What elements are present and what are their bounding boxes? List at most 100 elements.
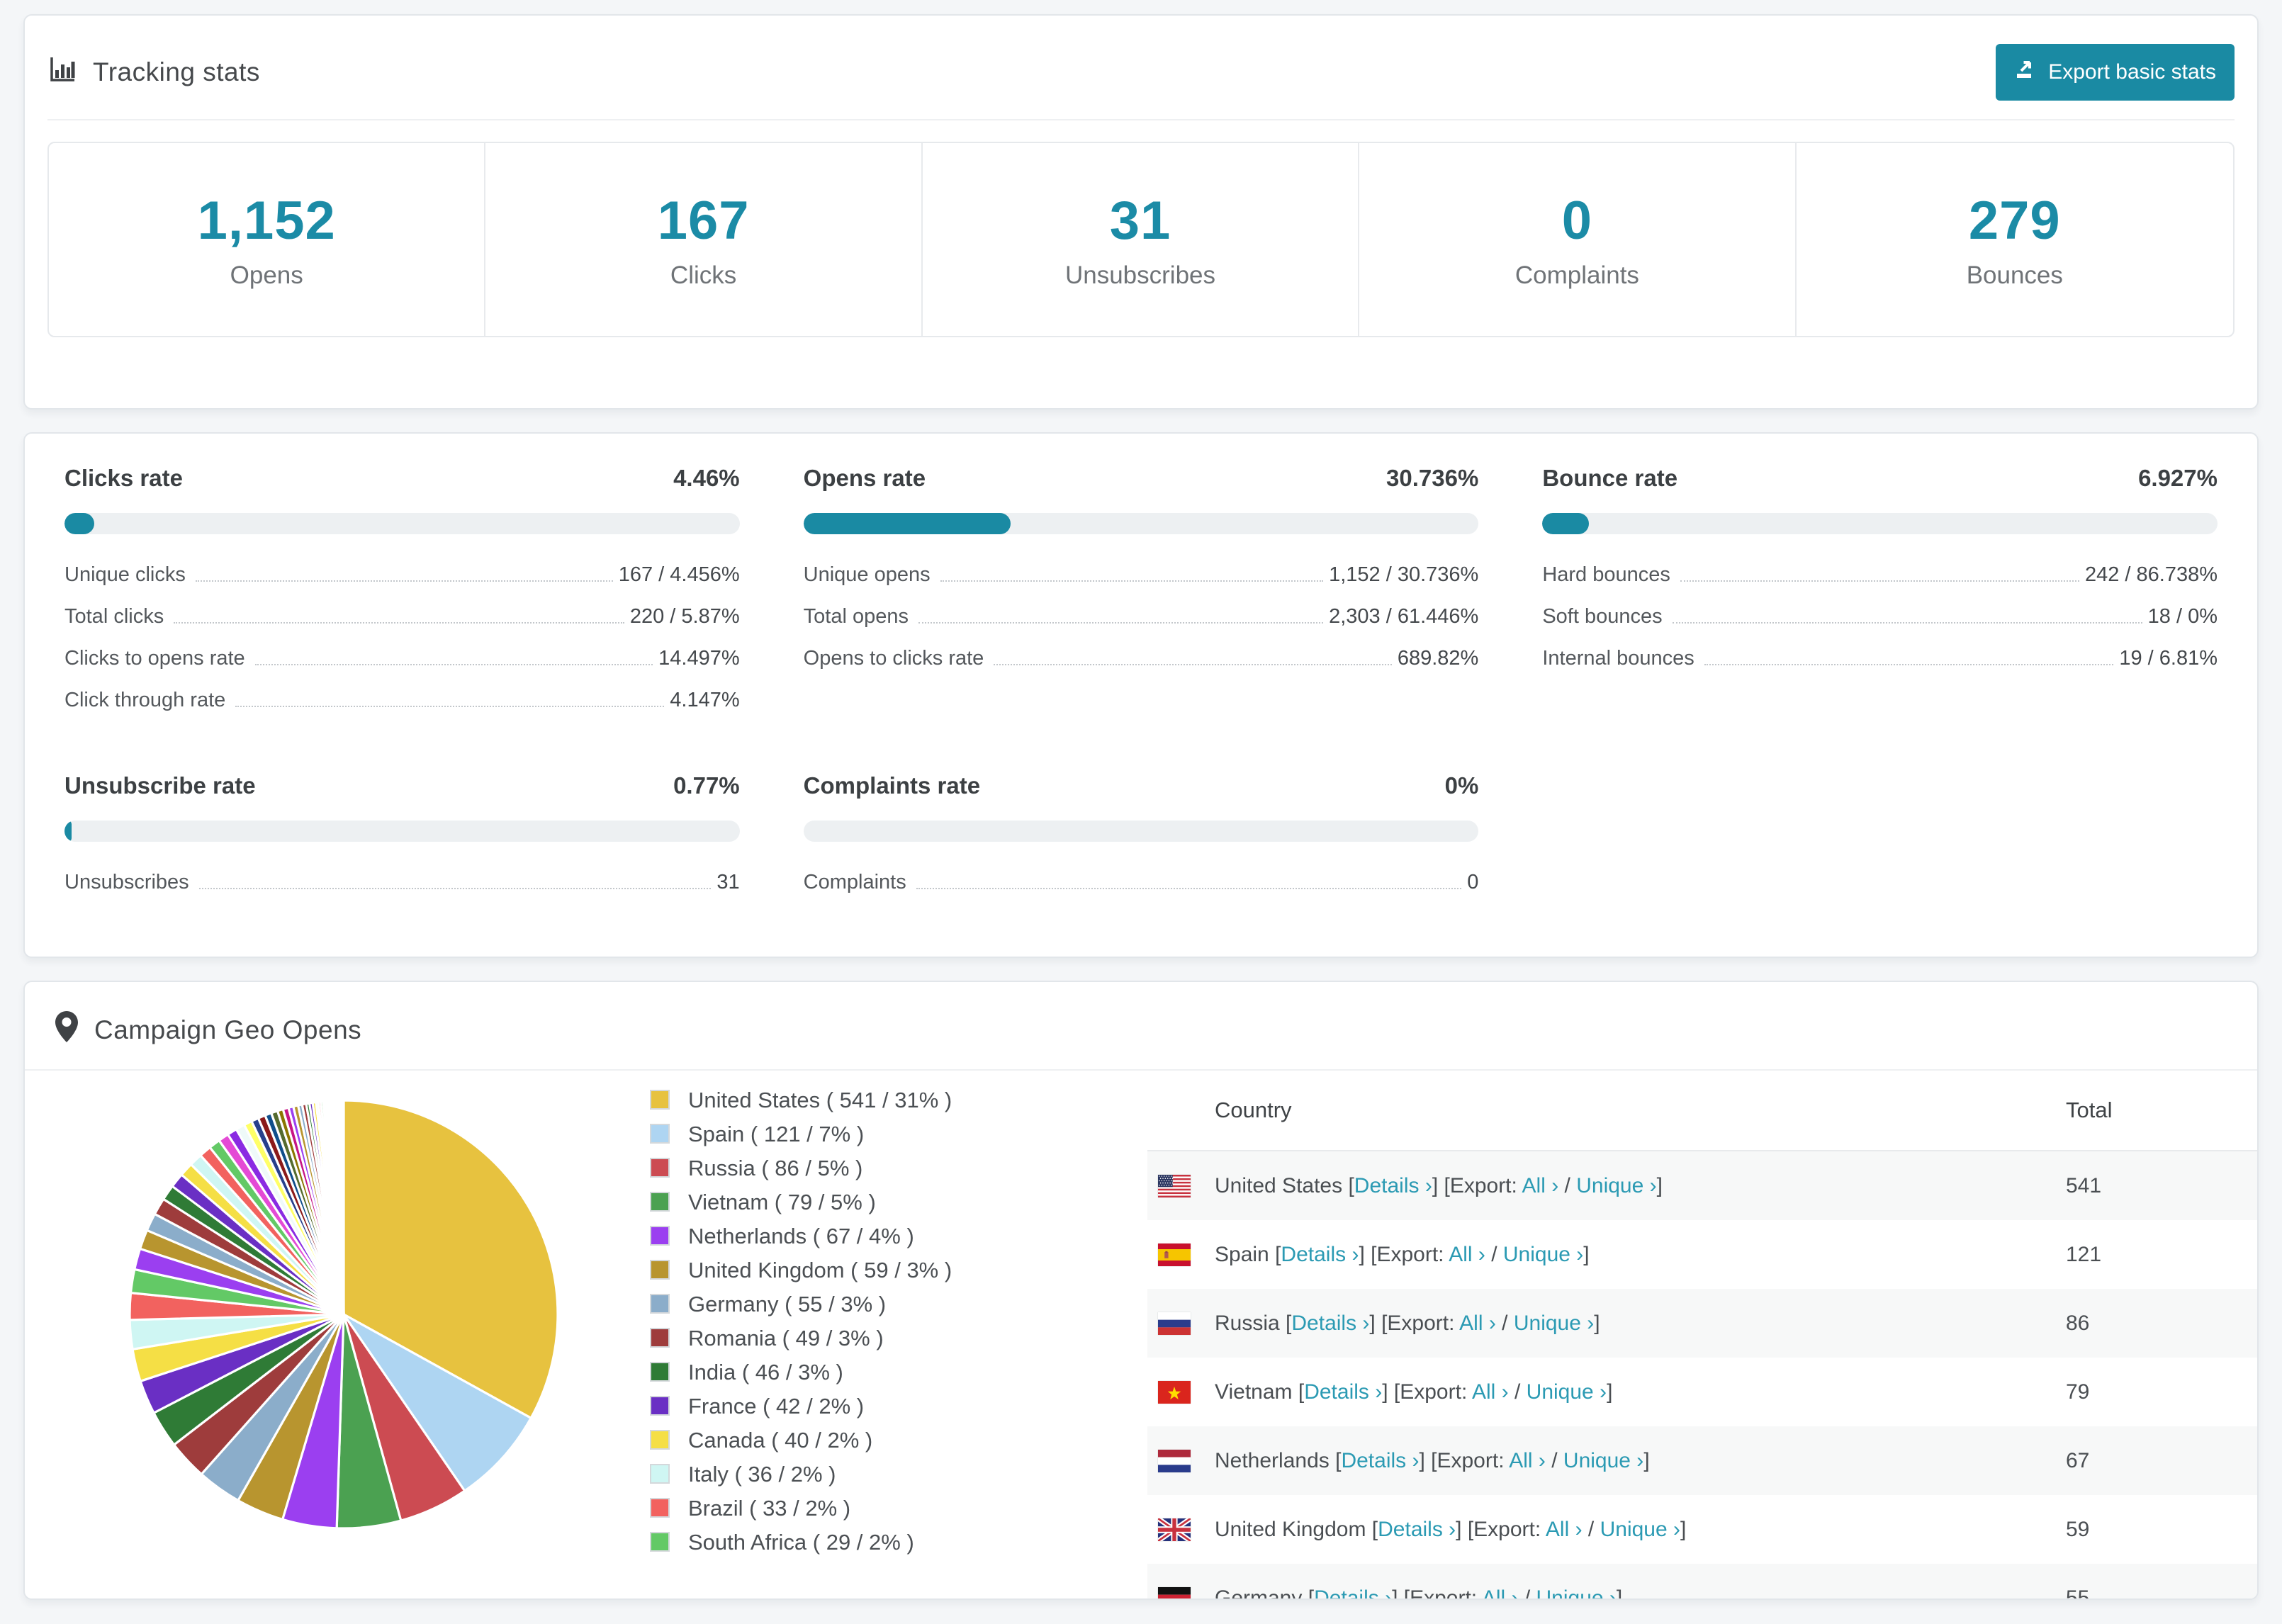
- export-unique-link[interactable]: Unique ›: [1527, 1380, 1607, 1404]
- legend-item: Canada ( 40 / 2% ): [650, 1428, 1018, 1453]
- rate-title: Complaints rate: [803, 772, 981, 799]
- legend-swatch: [650, 1532, 670, 1552]
- bracket: ]: [1594, 1311, 1600, 1335]
- rate-head: Unsubscribe rate 0.77%: [64, 772, 740, 799]
- legend-item: Spain ( 121 / 7% ): [650, 1122, 1018, 1147]
- rate-block: Opens rate 30.736% Unique opens 1,152 / 30.…: [803, 465, 1479, 721]
- export-unique-link[interactable]: Unique ›: [1514, 1312, 1594, 1335]
- detail-value: 4.147%: [670, 689, 740, 711]
- detail-value: 18 / 0%: [2147, 605, 2218, 628]
- slash-separator: /: [1558, 1173, 1577, 1197]
- detail-value: 14.497%: [658, 647, 740, 670]
- country-cell: Netherlands [Details ›] [Export: All › /…: [1215, 1449, 2066, 1473]
- stat-value: 167: [657, 190, 750, 251]
- bracket: ] [Export:: [1392, 1586, 1482, 1600]
- pie-legend: United States ( 541 / 31% ) Spain ( 121 /…: [650, 1088, 1018, 1564]
- campaign-geo-opens-card: Campaign Geo Opens United States ( 541 /…: [23, 981, 2259, 1600]
- rate-value: 0.77%: [673, 772, 740, 799]
- detail-value: 1,152 / 30.736%: [1329, 563, 1479, 586]
- legend-swatch: [650, 1464, 670, 1484]
- dotted-leader: [1680, 580, 2079, 582]
- export-unique-link[interactable]: Unique ›: [1536, 1586, 1617, 1599]
- rate-details: Unique clicks 167 / 4.456% Total clicks 220…: [64, 554, 740, 721]
- export-unique-link[interactable]: Unique ›: [1576, 1174, 1656, 1197]
- detail-row: Unique clicks 167 / 4.456%: [64, 554, 740, 596]
- total-cell: 55: [2066, 1586, 2090, 1600]
- rate-title: Unsubscribe rate: [64, 772, 256, 799]
- dotted-leader: [994, 664, 1392, 665]
- detail-label: Internal bounces: [1542, 647, 1694, 670]
- legend-label: India ( 46 / 3% ): [688, 1360, 843, 1385]
- country-name: Russia: [1215, 1311, 1286, 1335]
- export-unique-link[interactable]: Unique ›: [1563, 1449, 1643, 1472]
- export-basic-stats-button[interactable]: Export basic stats: [1996, 44, 2235, 101]
- rate-head: Clicks rate 4.46%: [64, 465, 740, 492]
- progress-bar-fill: [1542, 513, 1590, 534]
- legend-item: United Kingdom ( 59 / 3% ): [650, 1258, 1018, 1283]
- bracket: [: [1298, 1380, 1305, 1404]
- rate-value: 4.46%: [673, 465, 740, 491]
- dotted-leader: [195, 580, 613, 582]
- legend-swatch: [650, 1294, 670, 1314]
- details-link[interactable]: Details ›: [1281, 1243, 1359, 1266]
- details-link[interactable]: Details ›: [1314, 1586, 1392, 1599]
- geo-table-row: Spain [Details ›] [Export: All › / Uniqu…: [1147, 1220, 2257, 1289]
- flag-nl-icon: [1158, 1449, 1191, 1472]
- detail-label: Complaints: [803, 871, 906, 893]
- legend-swatch: [650, 1260, 670, 1280]
- progress-bar-fill: [803, 513, 1011, 534]
- stat-value: 0: [1561, 190, 1593, 251]
- detail-label: Clicks to opens rate: [64, 647, 245, 670]
- bracket: ] [Export:: [1456, 1517, 1546, 1541]
- tracking-stats-title-text: Tracking stats: [93, 57, 260, 86]
- legend-item: United States ( 541 / 31% ): [650, 1088, 1018, 1113]
- details-link[interactable]: Details ›: [1378, 1518, 1456, 1541]
- legend-item: Russia ( 86 / 5% ): [650, 1156, 1018, 1181]
- rate-details: Complaints 0: [804, 862, 1479, 903]
- details-link[interactable]: Details ›: [1354, 1174, 1432, 1197]
- export-all-link[interactable]: All ›: [1472, 1380, 1509, 1404]
- rate-title: Opens rate: [803, 465, 926, 491]
- country-name: Spain: [1215, 1242, 1276, 1266]
- legend-label: Netherlands ( 67 / 4% ): [688, 1224, 914, 1248]
- dotted-leader: [198, 888, 712, 889]
- detail-value: 0: [1467, 871, 1479, 893]
- details-link[interactable]: Details ›: [1291, 1312, 1369, 1335]
- export-unique-link[interactable]: Unique ›: [1600, 1518, 1680, 1541]
- slash-separator: /: [1582, 1517, 1600, 1541]
- detail-value: 167 / 4.456%: [618, 563, 740, 586]
- export-all-link[interactable]: All ›: [1459, 1312, 1496, 1335]
- legend-item: France ( 42 / 2% ): [650, 1394, 1018, 1419]
- export-all-link[interactable]: All ›: [1522, 1174, 1559, 1197]
- export-unique-link[interactable]: Unique ›: [1503, 1243, 1583, 1266]
- stat-cell: 167 Clicks: [485, 143, 923, 336]
- details-link[interactable]: Details ›: [1341, 1449, 1419, 1472]
- detail-value: 19 / 6.81%: [2119, 647, 2218, 670]
- country-cell: Germany [Details ›] [Export: All › / Uni…: [1215, 1586, 2066, 1600]
- total-cell: 86: [2066, 1311, 2090, 1335]
- details-link[interactable]: Details ›: [1304, 1380, 1382, 1404]
- dotted-leader: [940, 580, 1324, 582]
- stat-cell: 1,152 Opens: [49, 143, 486, 336]
- country-cell: United Kingdom [Details ›] [Export: All …: [1215, 1518, 2066, 1542]
- geo-table-body: United States [Details ›] [Export: All ›…: [1147, 1151, 2257, 1600]
- bracket: ]: [1583, 1242, 1590, 1266]
- detail-value: 31: [716, 871, 740, 893]
- rate-value: 6.927%: [2138, 465, 2218, 491]
- detail-label: Click through rate: [64, 689, 226, 711]
- total-cell: 541: [2066, 1173, 2102, 1197]
- bracket: ]: [1616, 1586, 1623, 1600]
- country-cell: Vietnam [Details ›] [Export: All › / Uni…: [1215, 1380, 2066, 1404]
- bracket: ] [Export:: [1382, 1380, 1472, 1404]
- country-name: United States: [1215, 1173, 1349, 1197]
- rate-head: Opens rate 30.736%: [804, 465, 1479, 492]
- export-all-link[interactable]: All ›: [1449, 1243, 1485, 1266]
- tracking-stats-card: Tracking stats Export basic stats 1,152 O…: [23, 14, 2259, 410]
- bracket: ] [Export:: [1359, 1242, 1449, 1266]
- legend-label: United Kingdom ( 59 / 3% ): [688, 1258, 952, 1282]
- export-all-link[interactable]: All ›: [1482, 1586, 1519, 1599]
- export-all-link[interactable]: All ›: [1509, 1449, 1546, 1472]
- export-all-link[interactable]: All ›: [1546, 1518, 1583, 1541]
- slash-separator: /: [1545, 1448, 1563, 1472]
- legend-item: Italy ( 36 / 2% ): [650, 1462, 1018, 1487]
